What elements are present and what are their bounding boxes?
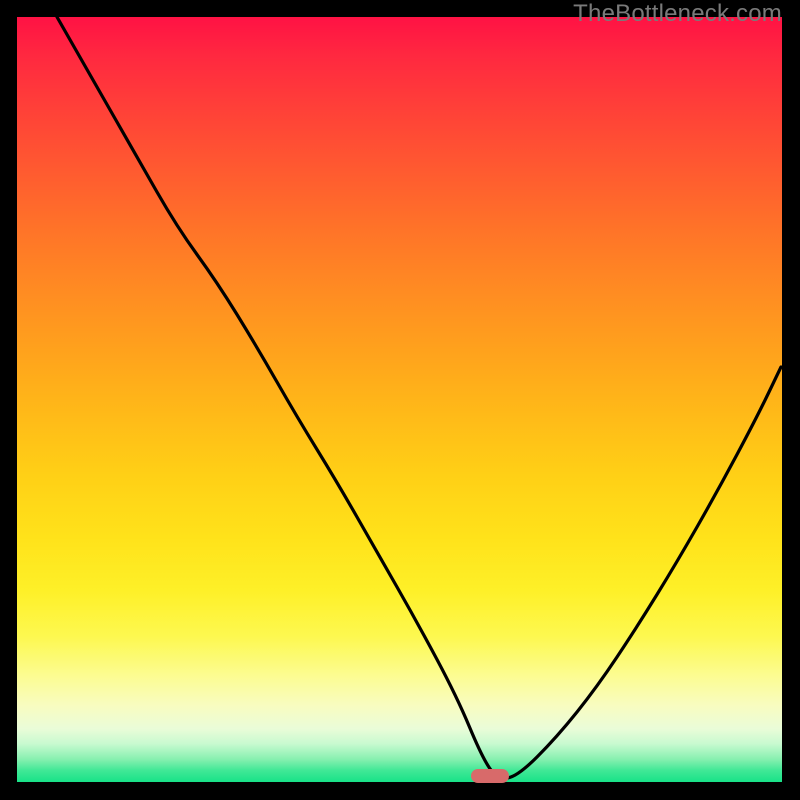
bottleneck-curve: [57, 17, 781, 778]
watermark-text: TheBottleneck.com: [573, 0, 782, 28]
optimal-point-marker: [471, 769, 509, 783]
chart-frame: [17, 17, 782, 782]
bottleneck-curve-svg: [17, 17, 782, 782]
plot-area: [17, 17, 782, 782]
